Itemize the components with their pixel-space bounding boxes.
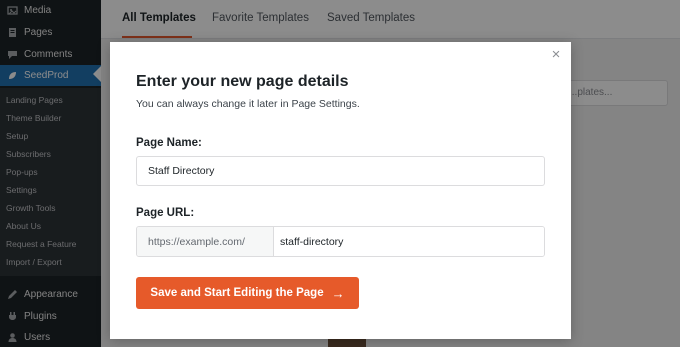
modal-title: Enter your new page details bbox=[136, 73, 349, 90]
page-name-label: Page Name: bbox=[136, 137, 202, 149]
page-url-slug-input[interactable] bbox=[274, 227, 544, 256]
save-and-edit-button[interactable]: Save and Start Editing the Page → bbox=[136, 277, 359, 309]
page-url-field: https://example.com/ bbox=[136, 226, 545, 257]
save-and-edit-label: Save and Start Editing the Page bbox=[150, 287, 324, 299]
page-url-label: Page URL: bbox=[136, 207, 195, 219]
modal-subtitle: You can always change it later in Page S… bbox=[136, 98, 360, 110]
new-page-modal: × Enter your new page details You can al… bbox=[110, 42, 571, 339]
page-name-input[interactable] bbox=[136, 156, 545, 186]
url-prefix: https://example.com/ bbox=[137, 227, 274, 256]
arrow-right-icon: → bbox=[331, 285, 345, 301]
close-icon[interactable]: × bbox=[549, 47, 563, 62]
